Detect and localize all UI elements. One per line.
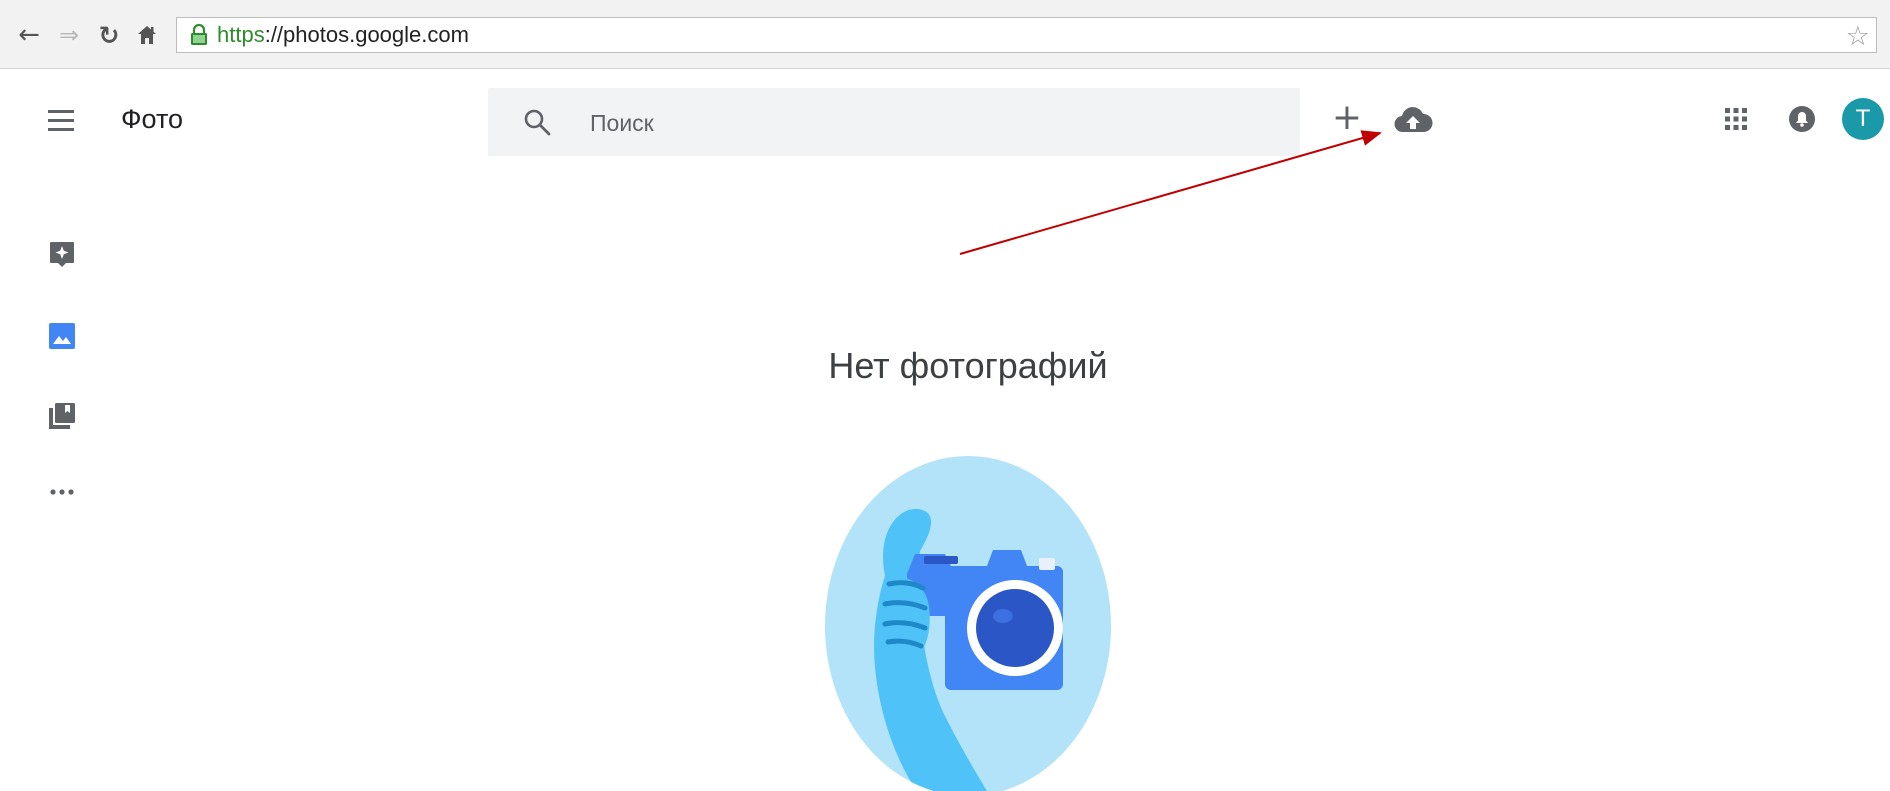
- reload-button[interactable]: ↻: [94, 20, 124, 50]
- url-host: ://photos.google.com: [264, 22, 469, 47]
- arrow-left-icon: ←: [18, 20, 40, 50]
- home-button[interactable]: [132, 20, 162, 50]
- avatar[interactable]: T: [1842, 98, 1884, 140]
- albums-icon[interactable]: [48, 402, 76, 430]
- arrow-right-icon: ⇒: [58, 21, 80, 49]
- url-text: https://photos.google.com: [217, 22, 469, 48]
- home-icon: [138, 26, 156, 44]
- forward-button[interactable]: ⇒: [54, 20, 84, 50]
- hand-holding-camera-illustration: [825, 456, 1111, 791]
- back-button[interactable]: ←: [14, 20, 44, 50]
- assistant-icon[interactable]: [48, 240, 76, 268]
- search-icon[interactable]: [522, 107, 552, 137]
- search-input[interactable]: [588, 102, 1272, 144]
- lock-icon: [191, 23, 207, 45]
- star-outline-icon[interactable]: ☆: [1846, 21, 1870, 52]
- create-button[interactable]: +: [1329, 100, 1365, 136]
- address-bar[interactable]: https://photos.google.com ☆: [176, 17, 1877, 53]
- url-scheme: https: [217, 22, 265, 47]
- search-bar[interactable]: [488, 88, 1300, 156]
- main-menu-icon[interactable]: [48, 110, 74, 132]
- more-icon[interactable]: [48, 486, 76, 498]
- google-photos-window: ← ⇒ ↻ https://photos.google.com ☆ Фото П…: [0, 0, 1890, 791]
- empty-state-title: Нет фотографий: [828, 345, 1108, 386]
- apps-grid-icon[interactable]: [1724, 107, 1748, 131]
- browser-toolbar: ← ⇒ ↻ https://photos.google.com ☆: [0, 0, 1890, 69]
- reload-icon: ↻: [98, 20, 120, 50]
- plus-icon: +: [1331, 97, 1363, 138]
- bell-icon[interactable]: [1788, 104, 1816, 134]
- app-title[interactable]: Фото: [121, 104, 183, 135]
- cloud-upload-icon[interactable]: [1393, 104, 1433, 136]
